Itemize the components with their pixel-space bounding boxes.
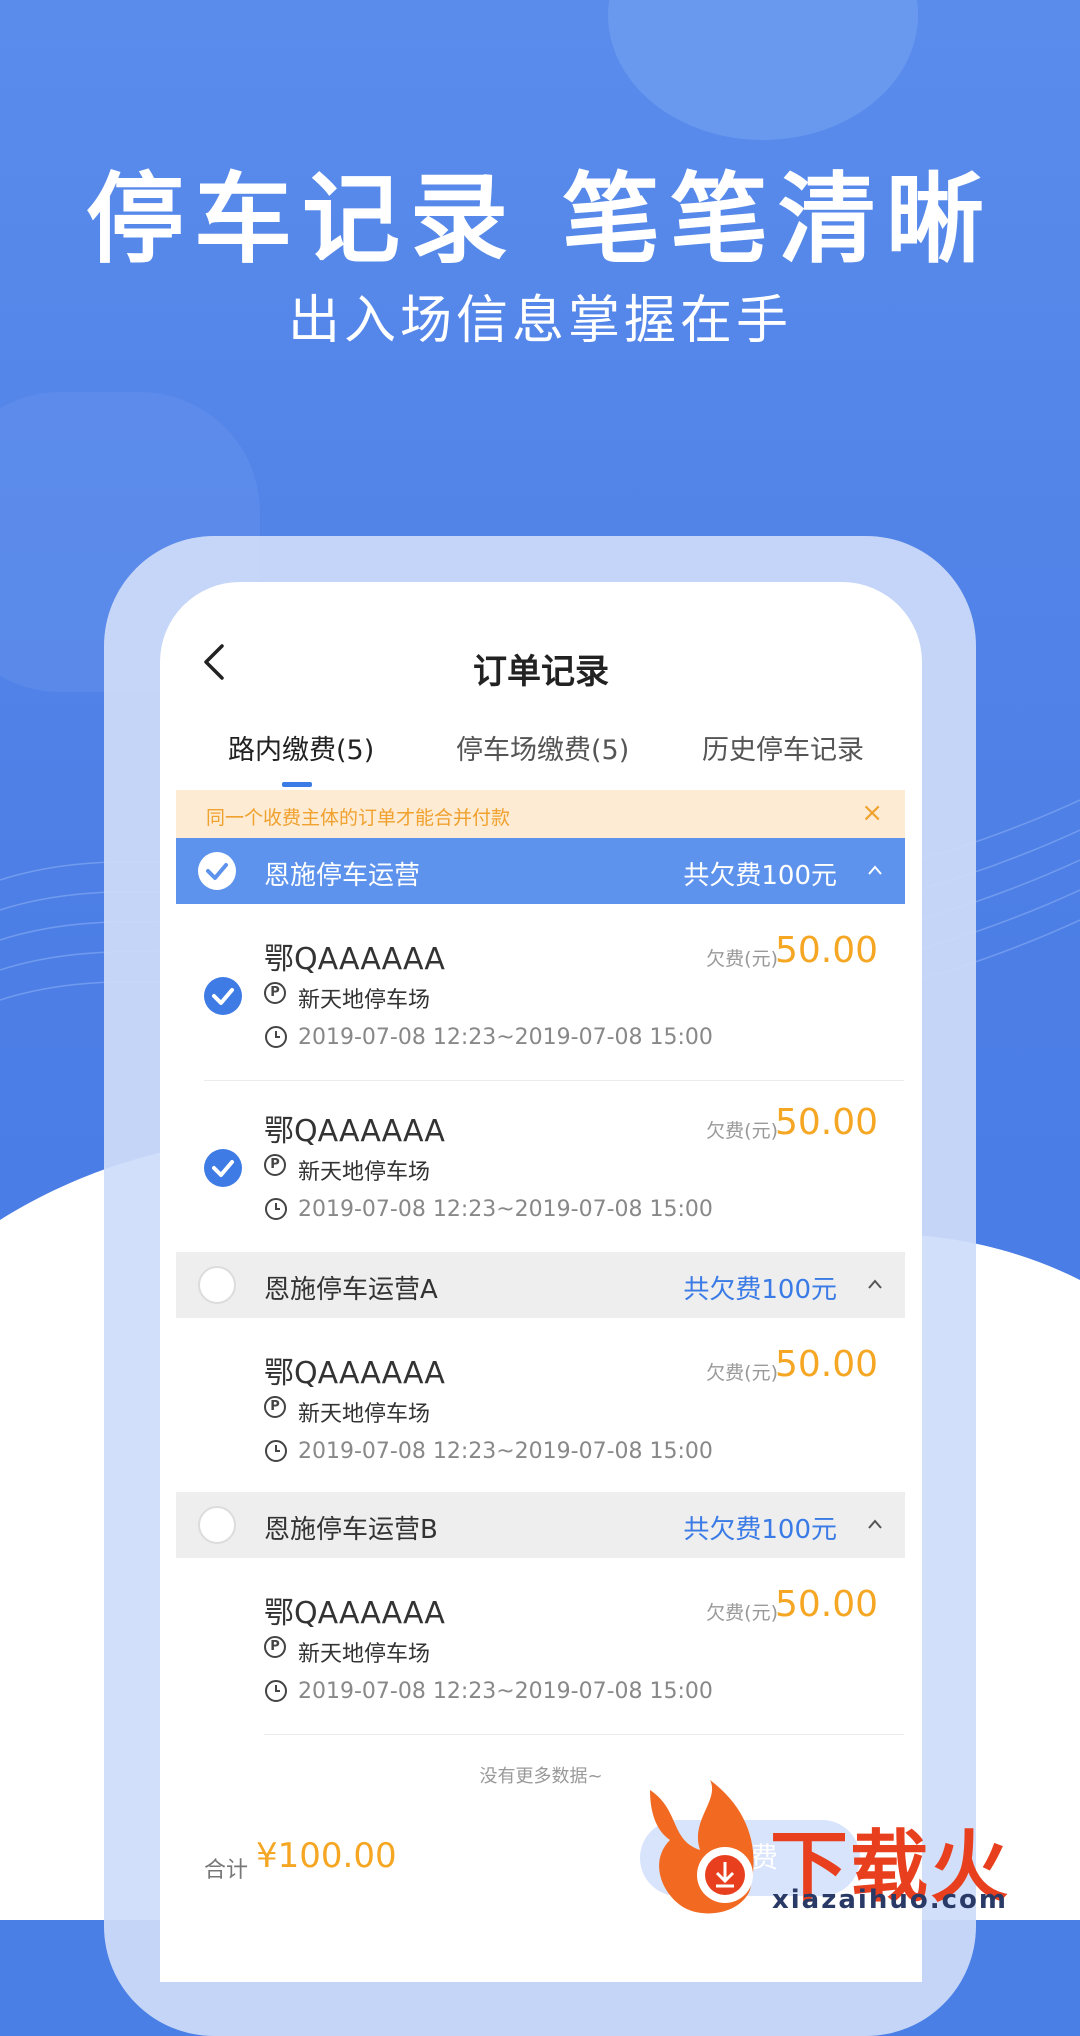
- group-header[interactable]: 恩施停车运营A 共欠费100元: [176, 1252, 905, 1318]
- hero-subtitle: 出入场信息掌握在手: [287, 291, 792, 351]
- tab-roadside-payment[interactable]: 路内缴费(5): [228, 728, 374, 767]
- tab-parking-lot-payment[interactable]: 停车场缴费(5): [456, 728, 629, 767]
- checkbox-checked-icon[interactable]: [204, 1149, 242, 1187]
- parking-lot-name: 新天地停车场: [298, 988, 431, 1013]
- parking-time: 2019-07-08 12:23~2019-07-08 15:00: [298, 1679, 713, 1704]
- chevron-up-icon[interactable]: [867, 1516, 883, 1532]
- parking-icon: P: [264, 1396, 286, 1418]
- checkbox-checked-icon[interactable]: [204, 977, 242, 1015]
- parking-lot-name: 新天地停车场: [298, 1642, 431, 1667]
- fee-label: 欠费(元): [706, 1602, 778, 1624]
- plate-number: 鄂QAAAAAA: [264, 942, 445, 977]
- group-name: 恩施停车运营A: [264, 1275, 438, 1305]
- parking-lot-name: 新天地停车场: [298, 1160, 431, 1185]
- fee-label: 欠费(元): [706, 1362, 778, 1384]
- notice-banner: 同一个收费主体的订单才能合并付款 ×: [176, 790, 905, 838]
- order-item[interactable]: 鄂QAAAAAA P 新天地停车场 2019-07-08 12:23~2019-…: [160, 1558, 922, 1728]
- tab-bar: 路内缴费(5) 停车场缴费(5) 历史停车记录: [160, 728, 922, 774]
- plate-number: 鄂QAAAAAA: [264, 1356, 445, 1391]
- order-item[interactable]: 鄂QAAAAAA P 新天地停车场 2019-07-08 12:23~2019-…: [160, 904, 922, 1074]
- parking-icon: P: [264, 1636, 286, 1658]
- plate-number: 鄂QAAAAAA: [264, 1596, 445, 1631]
- fee-amount: 50.00: [774, 1102, 878, 1143]
- fee-label: 欠费(元): [706, 948, 778, 970]
- group-total: 共欠费100元: [683, 1515, 837, 1545]
- order-item[interactable]: 鄂QAAAAAA P 新天地停车场 2019-07-08 12:23~2019-…: [160, 1318, 922, 1488]
- fee-amount: 50.00: [774, 1584, 878, 1625]
- checkbox-checked-icon[interactable]: [198, 852, 236, 890]
- checkbox-unchecked-icon[interactable]: [198, 1266, 236, 1304]
- group-header[interactable]: 恩施停车运营B 共欠费100元: [176, 1492, 905, 1558]
- total-label: 合计: [204, 1858, 249, 1883]
- close-icon[interactable]: ×: [861, 798, 883, 828]
- parking-icon: P: [264, 982, 286, 1004]
- chevron-up-icon[interactable]: [867, 862, 883, 878]
- clock-icon: [265, 1440, 287, 1462]
- total-value: ¥100.00: [256, 1836, 397, 1876]
- clock-icon: [265, 1026, 287, 1048]
- parking-icon: P: [264, 1154, 286, 1176]
- tab-parking-history[interactable]: 历史停车记录: [702, 728, 864, 767]
- checkbox-unchecked-icon[interactable]: [198, 1506, 236, 1544]
- active-tab-indicator: [282, 782, 312, 787]
- phone-screen: 订单记录 路内缴费(5) 停车场缴费(5) 历史停车记录 同一个收费主体的订单才…: [160, 582, 922, 1982]
- watermark-url: xiazaihuo.com: [772, 1885, 1008, 1915]
- hero-title: 停车记录 笔笔清晰: [85, 163, 995, 277]
- clock-icon: [265, 1198, 287, 1220]
- divider: [264, 1734, 904, 1735]
- parking-time: 2019-07-08 12:23~2019-07-08 15:00: [298, 1439, 713, 1464]
- clock-icon: [265, 1680, 287, 1702]
- fee-amount: 50.00: [774, 1344, 878, 1385]
- group-header[interactable]: 恩施停车运营 共欠费100元: [176, 838, 905, 904]
- parking-lot-name: 新天地停车场: [298, 1402, 431, 1427]
- parking-time: 2019-07-08 12:23~2019-07-08 15:00: [298, 1197, 713, 1222]
- group-name: 恩施停车运营B: [264, 1515, 438, 1545]
- group-name: 恩施停车运营: [264, 861, 421, 891]
- fee-amount: 50.00: [774, 930, 878, 971]
- group-total: 共欠费100元: [683, 861, 837, 891]
- chevron-up-icon[interactable]: [867, 1276, 883, 1292]
- fee-label: 欠费(元): [706, 1120, 778, 1142]
- page-title: 订单记录: [473, 652, 609, 692]
- plate-number: 鄂QAAAAAA: [264, 1114, 445, 1149]
- group-total: 共欠费100元: [683, 1275, 837, 1305]
- notice-text: 同一个收费主体的订单才能合并付款: [206, 807, 511, 829]
- parking-time: 2019-07-08 12:23~2019-07-08 15:00: [298, 1025, 713, 1050]
- order-item[interactable]: 鄂QAAAAAA P 新天地停车场 2019-07-08 12:23~2019-…: [160, 1076, 922, 1246]
